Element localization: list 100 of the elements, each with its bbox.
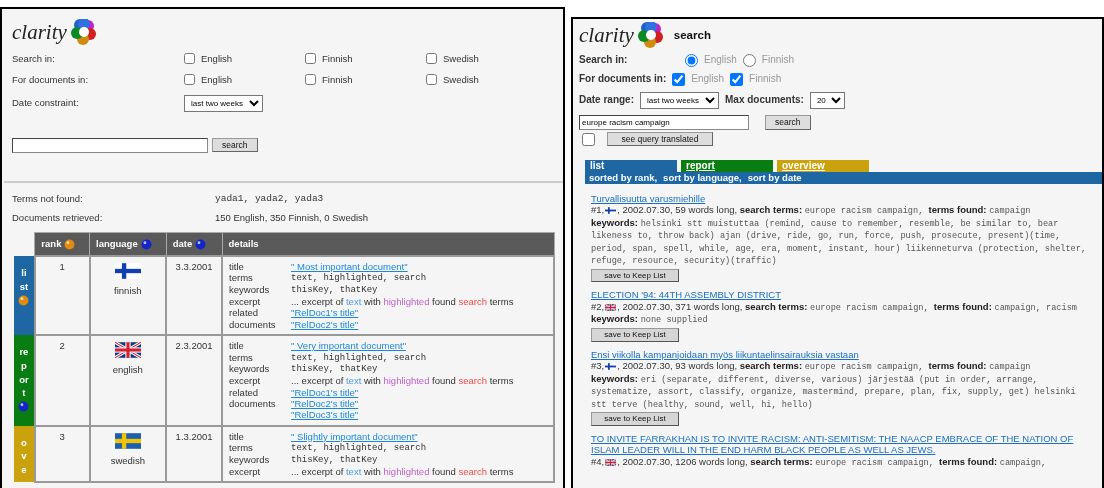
checkbox[interactable]: [305, 74, 316, 86]
result-title-link[interactable]: Ensi viikolla kampanjoidaan myös liikuntaelinsairauksia vastaan: [591, 348, 1096, 361]
radio-button[interactable]: [742, 54, 756, 67]
search-terms: europe racism campaign,: [815, 458, 935, 469]
flower-logo-icon: [70, 19, 97, 45]
option-label: English: [704, 54, 737, 67]
option-label: English: [201, 53, 233, 65]
column-header[interactable]: rank: [34, 232, 90, 256]
checkbox[interactable]: [582, 132, 595, 146]
meta-label: terms found:: [928, 360, 988, 372]
view-tab[interactable]: report: [681, 160, 773, 173]
search-field[interactable]: europe racism campaign: [579, 115, 749, 130]
language-value: finnish: [114, 285, 142, 296]
save-button[interactable]: save to Keep List: [591, 268, 679, 283]
info-label: Documents retrieved:: [12, 211, 104, 224]
language-value: english: [112, 364, 143, 376]
meta-label: search terms:: [745, 300, 809, 312]
page-heading: search: [673, 27, 711, 43]
terms-found: campaign: [989, 206, 1031, 217]
column-header[interactable]: details: [222, 232, 554, 256]
search-field[interactable]: [12, 137, 208, 153]
date-select[interactable]: last two weeks: [184, 94, 263, 112]
detail-label: excerpt: [229, 375, 262, 387]
field-label: Search in:: [12, 53, 56, 65]
sort-link[interactable]: sort by date: [747, 172, 802, 184]
document-link[interactable]: "RelDoc1's title": [291, 307, 359, 319]
result-meta: , 2002.07.30, 371 words long,: [617, 300, 744, 312]
document-link[interactable]: " Most important document": [291, 261, 408, 272]
meta-label: search terms:: [739, 204, 804, 216]
meta-label: terms found:: [933, 300, 993, 312]
ball-icon: [18, 294, 30, 306]
option-label: Finnish: [749, 73, 782, 86]
document-link[interactable]: "RelDoc2's title": [291, 397, 359, 409]
rank-value: 2: [59, 340, 65, 352]
option-label: Finnish: [761, 54, 795, 67]
save-button[interactable]: save to Keep List: [591, 412, 679, 426]
column-header[interactable]: date: [166, 232, 223, 256]
result-title-link[interactable]: TO INVITE FARRAKHAN IS TO INVITE RACISM: ANTI-SEMITISM: THE NAACP EMBRACE OF THE NATION OF ISLAM LEADER WILL IN THE END HARM BLACK PEOPLE AS WELL AS JEWS.: [591, 432, 1096, 457]
info-label: Terms not found:: [12, 192, 84, 205]
terms-found: campaign,: [999, 458, 1047, 469]
date-value: 2.3.2001: [175, 340, 213, 352]
max-documents-select[interactable]: 20: [809, 92, 845, 109]
translate-button[interactable]: see query translated: [607, 132, 713, 147]
result-title-link[interactable]: ELECTION '94: 44TH ASSEMBLY DISTRICT: [591, 289, 1096, 301]
meta-label: terms found:: [928, 204, 988, 216]
sort-link[interactable]: sort by language,: [663, 172, 742, 184]
result-number: #3,: [591, 360, 605, 372]
excerpt-text: ... excerpt of text with highlighted found search terms: [291, 375, 514, 387]
detail-value: thisKey, thatKey: [291, 285, 378, 296]
detail-label: excerpt: [229, 465, 262, 478]
field-label: For documents in:: [579, 73, 667, 86]
search-terms: europe racism campaign,: [804, 362, 925, 373]
logo-text: clarity: [12, 21, 67, 43]
count-value: 150 English, 350 Finnish, 0 Swedish: [215, 211, 370, 224]
checkbox[interactable]: [672, 73, 686, 86]
detail-label: title: [229, 430, 245, 443]
terms-value: yada1, yada2, yada3: [215, 192, 325, 205]
rank-value: 1: [59, 261, 65, 272]
search-button[interactable]: search: [212, 138, 258, 153]
detail-label: title: [229, 340, 245, 352]
checkbox[interactable]: [426, 53, 437, 65]
excerpt-text: ... excerpt of text with highlighted found search terms: [291, 296, 514, 307]
checkbox[interactable]: [184, 74, 195, 86]
field-label: Date range:: [579, 94, 634, 107]
document-link[interactable]: "RelDoc3's title": [291, 409, 359, 421]
document-link[interactable]: "RelDoc2's title": [291, 318, 359, 330]
sort-link[interactable]: sorted by rank,: [589, 172, 658, 184]
checkbox[interactable]: [730, 73, 744, 86]
column-header[interactable]: language: [89, 232, 167, 256]
option-label: English: [691, 73, 725, 86]
side-tab[interactable]: list: [14, 256, 35, 336]
document-link[interactable]: " Slightly important document": [291, 430, 418, 442]
option-label: Swedish: [443, 73, 479, 86]
language-value: swedish: [110, 454, 145, 466]
document-link[interactable]: " Very important document": [291, 340, 407, 352]
result-meta: , 2002.07.30, 59 words long,: [617, 204, 739, 216]
radio-button[interactable]: [685, 54, 698, 67]
search-button[interactable]: search: [765, 115, 811, 130]
checkbox[interactable]: [305, 53, 316, 65]
checkbox[interactable]: [426, 74, 437, 86]
result-title-link[interactable]: Turvallisuutta varusmiehille: [591, 192, 1096, 205]
terms-found: campaign: [989, 362, 1031, 373]
detail-value: text, highlighted, search: [291, 443, 427, 454]
date-value: 3.3.2001: [175, 261, 213, 272]
view-tab[interactable]: list: [585, 160, 677, 173]
meta-label: search terms:: [750, 456, 814, 468]
detail-label: related documents: [229, 386, 277, 411]
search-terms: europe racism campaign,: [810, 302, 930, 313]
detail-label: terms: [229, 442, 254, 454]
field-label: Max documents:: [725, 94, 804, 107]
ball-icon: [64, 238, 76, 250]
checkbox[interactable]: [184, 53, 195, 65]
detail-label: related documents: [229, 307, 277, 331]
date-value: 1.3.2001: [175, 430, 213, 442]
detail-label: excerpt: [229, 296, 262, 308]
detail-label: keywords: [229, 453, 271, 466]
side-tab[interactable]: report: [14, 335, 35, 426]
save-button[interactable]: save to Keep List: [591, 327, 679, 342]
date-select[interactable]: last two weeks: [640, 92, 719, 109]
document-link[interactable]: "RelDoc1's title": [291, 386, 359, 398]
